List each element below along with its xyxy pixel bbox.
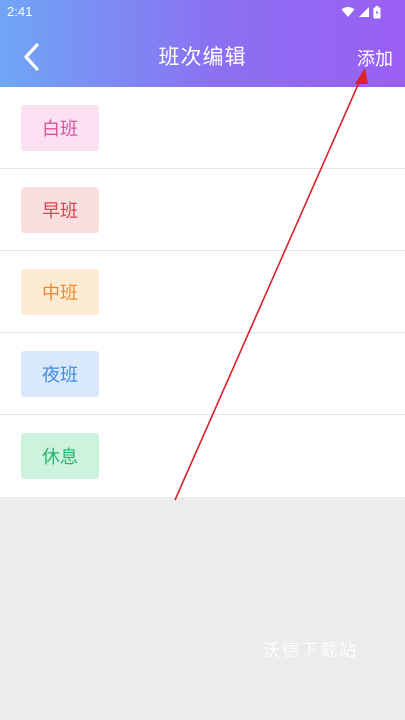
shift-tag[interactable]: 中班 [21, 269, 99, 315]
shift-row[interactable]: 夜班 [0, 333, 405, 415]
page-title: 班次编辑 [158, 45, 247, 69]
shift-list: 白班早班中班夜班休息 [0, 87, 405, 497]
signal-icon [359, 7, 369, 17]
shift-tag[interactable]: 白班 [21, 105, 99, 151]
header-bar: 2:41 班次编辑 添加 [0, 0, 405, 87]
battery-icon [373, 5, 381, 18]
shift-row[interactable]: 白班 [0, 87, 405, 169]
wifi-icon [341, 7, 355, 17]
watermark-text: 沃德下载站 [263, 641, 358, 661]
status-time: 2:41 [7, 4, 33, 19]
status-icons [341, 5, 381, 19]
add-button[interactable]: 添加 [357, 45, 393, 71]
status-bar: 2:41 [0, 0, 405, 24]
shift-row[interactable]: 休息 [0, 415, 405, 497]
shift-row[interactable]: 中班 [0, 251, 405, 333]
shift-tag[interactable]: 早班 [21, 187, 99, 233]
shift-tag[interactable]: 夜班 [21, 351, 99, 397]
shift-tag[interactable]: 休息 [21, 433, 99, 479]
shift-row[interactable]: 早班 [0, 169, 405, 251]
